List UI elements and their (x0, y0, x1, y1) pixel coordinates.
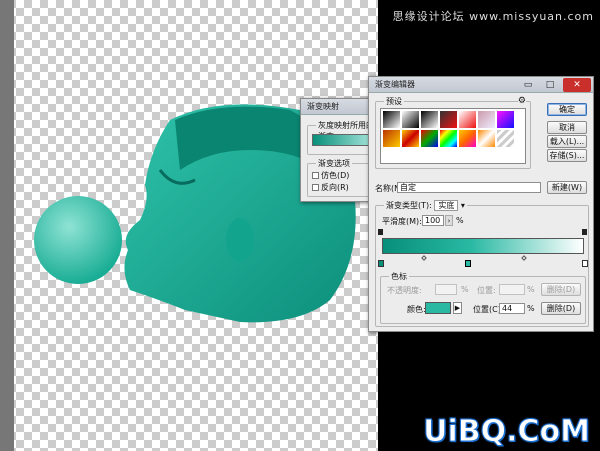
color-stops-group: 色标 不透明度: % 位置: % 删除(D) 颜色: ▶ 位置(C): 44 %… (380, 271, 586, 324)
preset-swatch[interactable] (421, 130, 438, 147)
color-label: 颜色: (407, 305, 426, 314)
opacity-location-input[interactable] (499, 284, 525, 295)
close-button[interactable]: ✕ (563, 78, 591, 92)
preset-swatch[interactable] (440, 130, 457, 147)
color-location-unit: % (527, 304, 535, 313)
gradient-options-label: 渐变选项 (316, 158, 352, 169)
presets-label: 预设 (384, 96, 404, 107)
presets-group: 预设 ⚙ (375, 96, 531, 169)
new-button[interactable]: 新建(W) (547, 181, 587, 194)
preset-swatch[interactable] (459, 111, 476, 128)
presets-menu-gear-icon[interactable]: ⚙ (517, 96, 526, 106)
smoothness-input[interactable]: 100 (422, 215, 444, 226)
site-watermark: 思缘设计论坛 www.missyuan.com (392, 10, 594, 23)
opacity-label: 不透明度: (387, 286, 422, 295)
preset-swatch[interactable] (402, 130, 419, 147)
preset-swatch[interactable] (478, 130, 495, 147)
preset-swatch[interactable] (402, 111, 419, 128)
gradient-bar[interactable] (382, 238, 584, 254)
opacity-unit: % (461, 285, 469, 294)
gradient-editor-dialog: 渐变编辑器 ▭ □ ✕ 预设 ⚙ 确定 取消 载入(L)... 存储(S)...… (368, 76, 594, 332)
opacity-location-label: 位置: (477, 286, 496, 295)
color-menu-arrow-icon[interactable]: ▶ (453, 302, 462, 314)
color-delete-button[interactable]: 删除(D) (541, 302, 581, 315)
smoothness-unit: % (456, 216, 464, 225)
color-stop-right[interactable] (582, 260, 588, 267)
preset-swatch[interactable] (478, 111, 495, 128)
dither-checkbox[interactable]: 仿色(D) (312, 170, 349, 181)
preset-swatch[interactable] (383, 130, 400, 147)
gradient-type-group: 渐变类型(T): 实底 ▾ 平滑度(M): 100 › % 色标 不透明度: %… (375, 200, 589, 327)
color-location-input[interactable]: 44 (499, 303, 525, 314)
brand-watermark: UiBQ.CoM (423, 414, 591, 450)
gradient-type-select[interactable]: 实底 (434, 200, 459, 211)
opacity-stop-right[interactable] (582, 229, 587, 235)
midpoint-diamond[interactable] (421, 255, 427, 261)
smoothness-label: 平滑度(M): (382, 217, 422, 226)
save-button[interactable]: 存储(S)... (547, 149, 587, 162)
gradient-editor-title: 渐变编辑器 (375, 80, 415, 89)
preset-swatch[interactable] (497, 111, 514, 128)
opacity-location-unit: % (527, 285, 535, 294)
preset-swatch[interactable] (459, 130, 476, 147)
reverse-checkbox[interactable]: 反向(R) (312, 182, 349, 193)
gradient-type-label: 渐变类型(T): 实底 ▾ (384, 200, 467, 211)
preset-swatch[interactable] (497, 130, 514, 147)
stop-color-swatch[interactable] (425, 302, 451, 314)
presets-swatch-grid[interactable] (380, 108, 526, 164)
smoothness-dropdown-icon[interactable]: › (445, 215, 453, 226)
preset-swatch[interactable] (421, 111, 438, 128)
midpoint-diamond[interactable] (521, 255, 527, 261)
minimize-button[interactable]: ▭ (517, 78, 539, 92)
preset-swatch[interactable] (383, 111, 400, 128)
name-field[interactable]: 自定 (397, 182, 541, 193)
color-stop-left[interactable] (378, 260, 384, 267)
preset-swatch[interactable] (440, 111, 457, 128)
opacity-delete-button[interactable]: 删除(D) (541, 283, 581, 296)
gradient-editor-titlebar[interactable]: 渐变编辑器 ▭ □ ✕ (369, 77, 593, 93)
opacity-input[interactable] (435, 284, 457, 295)
color-stop-selected[interactable] (465, 260, 471, 267)
opacity-stop-left[interactable] (378, 229, 383, 235)
color-stops-label: 色标 (389, 271, 409, 282)
cancel-button[interactable]: 取消 (547, 121, 587, 134)
ok-button[interactable]: 确定 (547, 103, 587, 116)
maximize-button[interactable]: □ (539, 78, 561, 92)
load-button[interactable]: 载入(L)... (547, 135, 587, 148)
